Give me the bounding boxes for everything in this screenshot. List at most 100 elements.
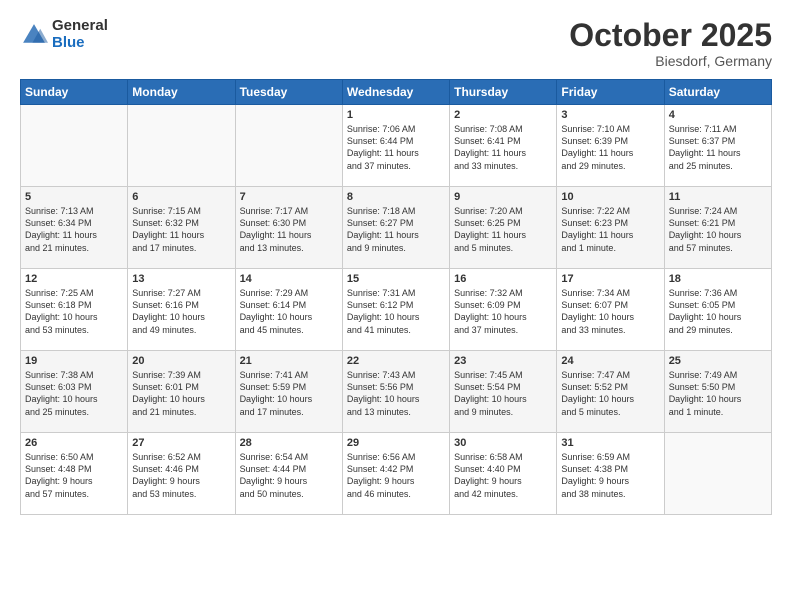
calendar-cell: 20Sunrise: 7:39 AMSunset: 6:01 PMDayligh… xyxy=(128,351,235,433)
calendar-cell: 11Sunrise: 7:24 AMSunset: 6:21 PMDayligh… xyxy=(664,187,771,269)
day-number: 28 xyxy=(240,437,338,449)
day-info: Sunrise: 7:32 AMSunset: 6:09 PMDaylight:… xyxy=(454,287,552,336)
location-subtitle: Biesdorf, Germany xyxy=(569,53,772,69)
header-wednesday: Wednesday xyxy=(342,80,449,105)
day-number: 29 xyxy=(347,437,445,449)
day-info: Sunrise: 7:47 AMSunset: 5:52 PMDaylight:… xyxy=(561,369,659,418)
day-number: 13 xyxy=(132,273,230,285)
page: General Blue October 2025 Biesdorf, Germ… xyxy=(0,0,792,612)
calendar-cell: 28 Sunrise: 6:54 AMSunset: 4:44 PMDayligh… xyxy=(235,433,342,515)
day-number: 18 xyxy=(669,273,767,285)
calendar-cell: 14 Sunrise: 7:29 AMSunset: 6:14 PMDayligh… xyxy=(235,269,342,351)
day-info: Sunrise: 7:43 AMSunset: 5:56 PMDaylight:… xyxy=(347,369,445,418)
calendar-cell: 26 Sunrise: 6:50 AMSunset: 4:48 PMDayligh… xyxy=(21,433,128,515)
calendar-cell: 4Sunrise: 7:11 AMSunset: 6:37 PMDaylight… xyxy=(664,105,771,187)
day-info: Sunrise: 7:29 AMSunset: 6:14 PMDaylight:… xyxy=(240,287,338,336)
day-info: Sunrise: 7:27 AMSunset: 6:16 PMDaylight:… xyxy=(132,287,230,336)
day-info: Sunrise: 7:17 AMSunset: 6:30 PMDaylight:… xyxy=(240,205,338,254)
day-number: 17 xyxy=(561,273,659,285)
calendar-cell: 8 Sunrise: 7:18 AMSunset: 6:27 PMDaylight… xyxy=(342,187,449,269)
calendar-cell: 1Sunrise: 7:06 AMSunset: 6:44 PMDaylight… xyxy=(342,105,449,187)
day-info: Sunrise: 7:22 AMSunset: 6:23 PMDaylight:… xyxy=(561,205,659,254)
day-info: Sunrise: 6:54 AMSunset: 4:44 PMDaylight:… xyxy=(240,451,338,500)
calendar-cell xyxy=(128,105,235,187)
calendar-cell: 23Sunrise: 7:45 AMSunset: 5:54 PMDayligh… xyxy=(450,351,557,433)
day-number: 21 xyxy=(240,355,338,367)
calendar-cell: 16 Sunrise: 7:32 AMSunset: 6:09 PMDayligh… xyxy=(450,269,557,351)
logo: General Blue xyxy=(20,18,108,51)
calendar-cell: 3 Sunrise: 7:10 AMSunset: 6:39 PMDaylight… xyxy=(557,105,664,187)
calendar-week-3: 12Sunrise: 7:25 AMSunset: 6:18 PMDayligh… xyxy=(21,269,772,351)
day-info: Sunrise: 7:18 AMSunset: 6:27 PMDaylight:… xyxy=(347,205,445,254)
day-number: 9 xyxy=(454,191,552,203)
calendar-week-2: 5 Sunrise: 7:13 AMSunset: 6:34 PMDaylight… xyxy=(21,187,772,269)
calendar-cell: 10 Sunrise: 7:22 AMSunset: 6:23 PMDayligh… xyxy=(557,187,664,269)
day-info: Sunrise: 7:31 AMSunset: 6:12 PMDaylight:… xyxy=(347,287,445,336)
day-info: Sunrise: 7:24 AMSunset: 6:21 PMDaylight:… xyxy=(669,205,767,254)
logo-general: General xyxy=(52,18,108,35)
logo-blue: Blue xyxy=(52,35,108,52)
day-number: 12 xyxy=(25,273,123,285)
header: General Blue October 2025 Biesdorf, Germ… xyxy=(20,18,772,69)
day-info: Sunrise: 7:20 AMSunset: 6:25 PMDaylight:… xyxy=(454,205,552,254)
day-number: 8 xyxy=(347,191,445,203)
day-number: 31 xyxy=(561,437,659,449)
calendar-week-4: 19Sunrise: 7:38 AMSunset: 6:03 PMDayligh… xyxy=(21,351,772,433)
month-title: October 2025 xyxy=(569,18,772,53)
day-number: 19 xyxy=(25,355,123,367)
calendar-cell: 21 Sunrise: 7:41 AMSunset: 5:59 PMDayligh… xyxy=(235,351,342,433)
header-saturday: Saturday xyxy=(664,80,771,105)
calendar-week-5: 26 Sunrise: 6:50 AMSunset: 4:48 PMDayligh… xyxy=(21,433,772,515)
calendar-week-1: 1Sunrise: 7:06 AMSunset: 6:44 PMDaylight… xyxy=(21,105,772,187)
calendar-cell: 17 Sunrise: 7:34 AMSunset: 6:07 PMDayligh… xyxy=(557,269,664,351)
header-thursday: Thursday xyxy=(450,80,557,105)
day-number: 10 xyxy=(561,191,659,203)
day-info: Sunrise: 6:58 AMSunset: 4:40 PMDaylight:… xyxy=(454,451,552,500)
calendar-cell: 9 Sunrise: 7:20 AMSunset: 6:25 PMDaylight… xyxy=(450,187,557,269)
day-number: 7 xyxy=(240,191,338,203)
calendar-cell: 2Sunrise: 7:08 AMSunset: 6:41 PMDaylight… xyxy=(450,105,557,187)
calendar-cell: 15Sunrise: 7:31 AMSunset: 6:12 PMDayligh… xyxy=(342,269,449,351)
day-number: 24 xyxy=(561,355,659,367)
day-number: 16 xyxy=(454,273,552,285)
calendar-cell: 30 Sunrise: 6:58 AMSunset: 4:40 PMDayligh… xyxy=(450,433,557,515)
calendar-cell: 5 Sunrise: 7:13 AMSunset: 6:34 PMDaylight… xyxy=(21,187,128,269)
day-info: Sunrise: 7:41 AMSunset: 5:59 PMDaylight:… xyxy=(240,369,338,418)
day-number: 20 xyxy=(132,355,230,367)
calendar-cell: 19Sunrise: 7:38 AMSunset: 6:03 PMDayligh… xyxy=(21,351,128,433)
calendar-cell: 12Sunrise: 7:25 AMSunset: 6:18 PMDayligh… xyxy=(21,269,128,351)
day-info: Sunrise: 7:10 AMSunset: 6:39 PMDaylight:… xyxy=(561,123,659,172)
header-tuesday: Tuesday xyxy=(235,80,342,105)
day-number: 22 xyxy=(347,355,445,367)
calendar-header-row: Sunday Monday Tuesday Wednesday Thursday… xyxy=(21,80,772,105)
day-info: Sunrise: 7:08 AMSunset: 6:41 PMDaylight:… xyxy=(454,123,552,172)
title-block: October 2025 Biesdorf, Germany xyxy=(569,18,772,69)
day-number: 14 xyxy=(240,273,338,285)
calendar-cell: 27Sunrise: 6:52 AMSunset: 4:46 PMDayligh… xyxy=(128,433,235,515)
day-number: 6 xyxy=(132,191,230,203)
day-number: 30 xyxy=(454,437,552,449)
calendar-cell: 29 Sunrise: 6:56 AMSunset: 4:42 PMDayligh… xyxy=(342,433,449,515)
calendar-cell: 22 Sunrise: 7:43 AMSunset: 5:56 PMDayligh… xyxy=(342,351,449,433)
day-info: Sunrise: 7:45 AMSunset: 5:54 PMDaylight:… xyxy=(454,369,552,418)
day-number: 26 xyxy=(25,437,123,449)
day-info: Sunrise: 7:34 AMSunset: 6:07 PMDaylight:… xyxy=(561,287,659,336)
header-sunday: Sunday xyxy=(21,80,128,105)
day-info: Sunrise: 7:11 AMSunset: 6:37 PMDaylight:… xyxy=(669,123,767,172)
day-number: 3 xyxy=(561,109,659,121)
header-friday: Friday xyxy=(557,80,664,105)
day-info: Sunrise: 6:56 AMSunset: 4:42 PMDaylight:… xyxy=(347,451,445,500)
calendar-cell: 31Sunrise: 6:59 AMSunset: 4:38 PMDayligh… xyxy=(557,433,664,515)
day-number: 5 xyxy=(25,191,123,203)
day-info: Sunrise: 7:49 AMSunset: 5:50 PMDaylight:… xyxy=(669,369,767,418)
day-info: Sunrise: 6:50 AMSunset: 4:48 PMDaylight:… xyxy=(25,451,123,500)
calendar-cell: 18 Sunrise: 7:36 AMSunset: 6:05 PMDayligh… xyxy=(664,269,771,351)
logo-text: General Blue xyxy=(52,18,108,51)
calendar-cell: 24 Sunrise: 7:47 AMSunset: 5:52 PMDayligh… xyxy=(557,351,664,433)
calendar-cell: 7 Sunrise: 7:17 AMSunset: 6:30 PMDaylight… xyxy=(235,187,342,269)
day-info: Sunrise: 7:36 AMSunset: 6:05 PMDaylight:… xyxy=(669,287,767,336)
calendar-cell: 6Sunrise: 7:15 AMSunset: 6:32 PMDaylight… xyxy=(128,187,235,269)
day-number: 27 xyxy=(132,437,230,449)
day-info: Sunrise: 7:13 AMSunset: 6:34 PMDaylight:… xyxy=(25,205,123,254)
calendar-cell: 25Sunrise: 7:49 AMSunset: 5:50 PMDayligh… xyxy=(664,351,771,433)
